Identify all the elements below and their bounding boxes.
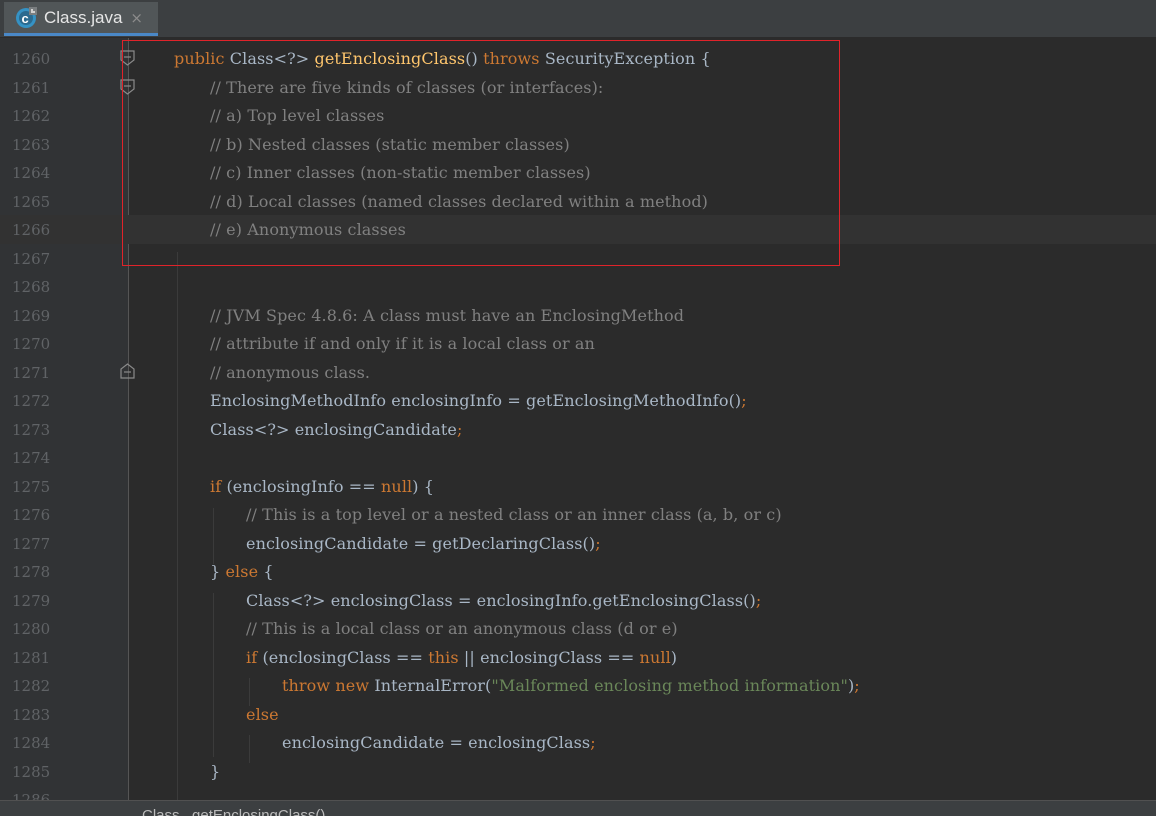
tab-label: Class.java: [44, 7, 123, 27]
line-number: 1281: [12, 648, 51, 667]
indent-guide: [177, 252, 178, 800]
line-number: 1286: [12, 791, 51, 800]
code-line[interactable]: 1268: [0, 272, 1156, 301]
code-line[interactable]: 1270 // attribute if and only if it is a …: [0, 329, 1156, 358]
breadcrumb-bar: Class getEnclosingClass(): [0, 800, 1156, 816]
line-number: 1274: [12, 449, 51, 467]
code-line[interactable]: 1286: [0, 785, 1156, 800]
code-line[interactable]: 1266 // e) Anonymous classes: [0, 215, 1156, 244]
code-text: // anonymous class.: [210, 362, 371, 382]
code-text: // attribute if and only if it is a loca…: [210, 334, 595, 353]
line-number: 1266: [12, 221, 51, 239]
line-number: 1264: [12, 164, 51, 182]
code-line[interactable]: 1271 // anonymous class.: [0, 358, 1156, 387]
breadcrumb[interactable]: Class getEnclosingClass(): [142, 807, 325, 816]
code-text: EnclosingMethodInfo enclosingInfo = getE…: [210, 391, 747, 410]
line-number: 1271: [12, 363, 51, 382]
code-text: // a) Top level classes: [210, 106, 385, 125]
code-text: // JVM Spec 4.8.6: A class must have an …: [210, 305, 685, 325]
code-text: public Class<?> getEnclosingClass() thro…: [174, 49, 711, 68]
line-number: 1285: [12, 762, 51, 781]
code-line[interactable]: 1282 throw new InternalError("Malformed e…: [0, 671, 1156, 700]
line-number: 1261: [12, 78, 51, 97]
svg-text:c: c: [22, 11, 29, 26]
code-text: }: [210, 761, 221, 781]
line-number: 1276: [12, 506, 51, 524]
code-text: // b) Nested classes (static member clas…: [210, 134, 570, 154]
tab-class-java[interactable]: c Class.java ×: [4, 2, 158, 36]
line-number: 1265: [12, 192, 51, 211]
line-number: 1260: [12, 50, 51, 68]
code-line[interactable]: 1269 // JVM Spec 4.8.6: A class must have…: [0, 301, 1156, 330]
code-line[interactable]: 1261 // There are five kinds of classes (…: [0, 73, 1156, 102]
code-line[interactable]: 1277 enclosingCandidate = getDeclaringCla…: [0, 529, 1156, 558]
code-text: // d) Local classes (named classes decla…: [210, 191, 709, 211]
code-line[interactable]: 1262 // a) Top level classes: [0, 101, 1156, 130]
code-line[interactable]: 1274: [0, 443, 1156, 472]
line-number: 1277: [12, 534, 51, 553]
code-line[interactable]: 1265 // d) Local classes (named classes d…: [0, 187, 1156, 216]
code-text: enclosingCandidate = enclosingClass;: [282, 733, 596, 752]
code-text: if (enclosingInfo == null) {: [210, 476, 435, 496]
code-text: if (enclosingClass == this || enclosingC…: [246, 647, 678, 667]
indent-guide: [249, 678, 250, 706]
line-number: 1283: [12, 705, 51, 724]
close-icon[interactable]: ×: [130, 9, 143, 27]
code-text: throw new InternalError("Malformed enclo…: [282, 676, 860, 695]
code-line[interactable]: 1267: [0, 244, 1156, 273]
code-line[interactable]: 1263 // b) Nested classes (static member …: [0, 130, 1156, 159]
code-text: // e) Anonymous classes: [210, 220, 406, 239]
code-line[interactable]: 1260 public Class<?> getEnclosingClass() …: [0, 44, 1156, 73]
code-line[interactable]: 1284 enclosingCandidate = enclosingClass;: [0, 728, 1156, 757]
line-number: 1272: [12, 392, 51, 410]
editor-tab-bar: c Class.java ×: [0, 0, 1156, 38]
indent-guide: [213, 508, 214, 564]
java-class-file-icon: c: [14, 6, 38, 30]
line-number: 1278: [12, 563, 51, 581]
line-number: 1275: [12, 477, 51, 496]
code-line[interactable]: 1272 EnclosingMethodInfo enclosingInfo = …: [0, 386, 1156, 415]
code-text: else: [246, 704, 279, 724]
code-line[interactable]: 1278 } else {: [0, 557, 1156, 586]
line-number: 1282: [12, 677, 51, 695]
code-text: } else {: [210, 562, 274, 581]
line-number: 1279: [12, 591, 51, 610]
code-line[interactable]: 1281 if (enclosingClass == this || enclos…: [0, 643, 1156, 672]
code-line[interactable]: 1279 Class<?> enclosingClass = enclosingI…: [0, 586, 1156, 615]
code-line[interactable]: 1264 // c) Inner classes (non-static memb…: [0, 158, 1156, 187]
code-text: // This is a local class or an anonymous…: [246, 619, 678, 638]
code-text: enclosingCandidate = getDeclaringClass()…: [246, 533, 601, 553]
line-number: 1284: [12, 734, 51, 752]
indent-guide: [249, 735, 250, 763]
line-number: 1280: [12, 620, 51, 638]
fold-expand-end-icon[interactable]: [120, 363, 135, 379]
line-number: 1263: [12, 135, 51, 154]
code-editor[interactable]: 1260 public Class<?> getEnclosingClass() …: [0, 38, 1156, 800]
line-number: 1269: [12, 306, 51, 325]
line-number: 1273: [12, 420, 51, 439]
line-number: 1262: [12, 107, 51, 125]
code-line[interactable]: 1283 else: [0, 700, 1156, 729]
fold-collapse-icon[interactable]: [120, 50, 135, 66]
code-line[interactable]: 1280 // This is a local class or an anony…: [0, 614, 1156, 643]
code-text: // This is a top level or a nested class…: [246, 505, 782, 524]
fold-collapse-icon[interactable]: [120, 79, 135, 95]
code-line[interactable]: 1276 // This is a top level or a nested c…: [0, 500, 1156, 529]
code-text: Class<?> enclosingClass = enclosingInfo.…: [246, 590, 762, 610]
line-number: 1268: [12, 278, 51, 296]
code-line[interactable]: 1285}: [0, 757, 1156, 786]
indent-guide: [213, 593, 214, 757]
code-text: Class<?> enclosingCandidate;: [210, 419, 463, 439]
code-text: // c) Inner classes (non-static member c…: [210, 163, 591, 182]
line-number: 1267: [12, 249, 51, 268]
code-text: // There are five kinds of classes (or i…: [210, 77, 604, 97]
line-number: 1270: [12, 335, 51, 353]
code-line[interactable]: 1275 if (enclosingInfo == null) {: [0, 472, 1156, 501]
code-line[interactable]: 1273 Class<?> enclosingCandidate;: [0, 415, 1156, 444]
